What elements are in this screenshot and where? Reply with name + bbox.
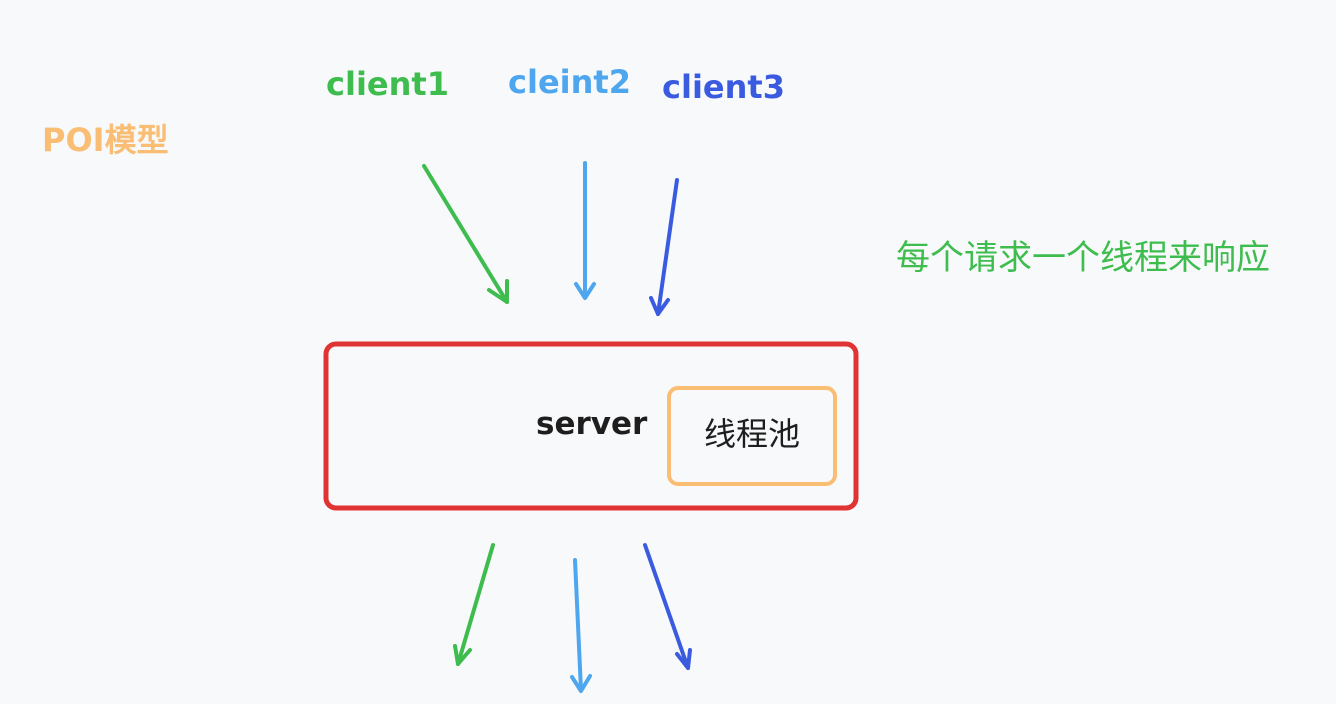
diagram-canvas: POI模型 client1 cleint2 client3 每个请求一个线程来响… (0, 0, 1336, 704)
thread-pool-label: 线程池 (704, 415, 801, 453)
server-label: server (536, 406, 648, 442)
diagram-title: POI模型 (42, 121, 169, 159)
arrow-client1-to-server (422, 164, 509, 304)
client3-label: client3 (662, 68, 785, 106)
arrow-client3-to-server (656, 178, 679, 316)
client2-label: cleint2 (508, 63, 631, 101)
client1-label: client1 (326, 65, 449, 103)
arrow-response-2 (573, 558, 583, 692)
arrow-response-1 (456, 543, 495, 666)
annotation-note: 每个请求一个线程来响应 (896, 238, 1270, 278)
arrow-response-3 (643, 543, 690, 670)
